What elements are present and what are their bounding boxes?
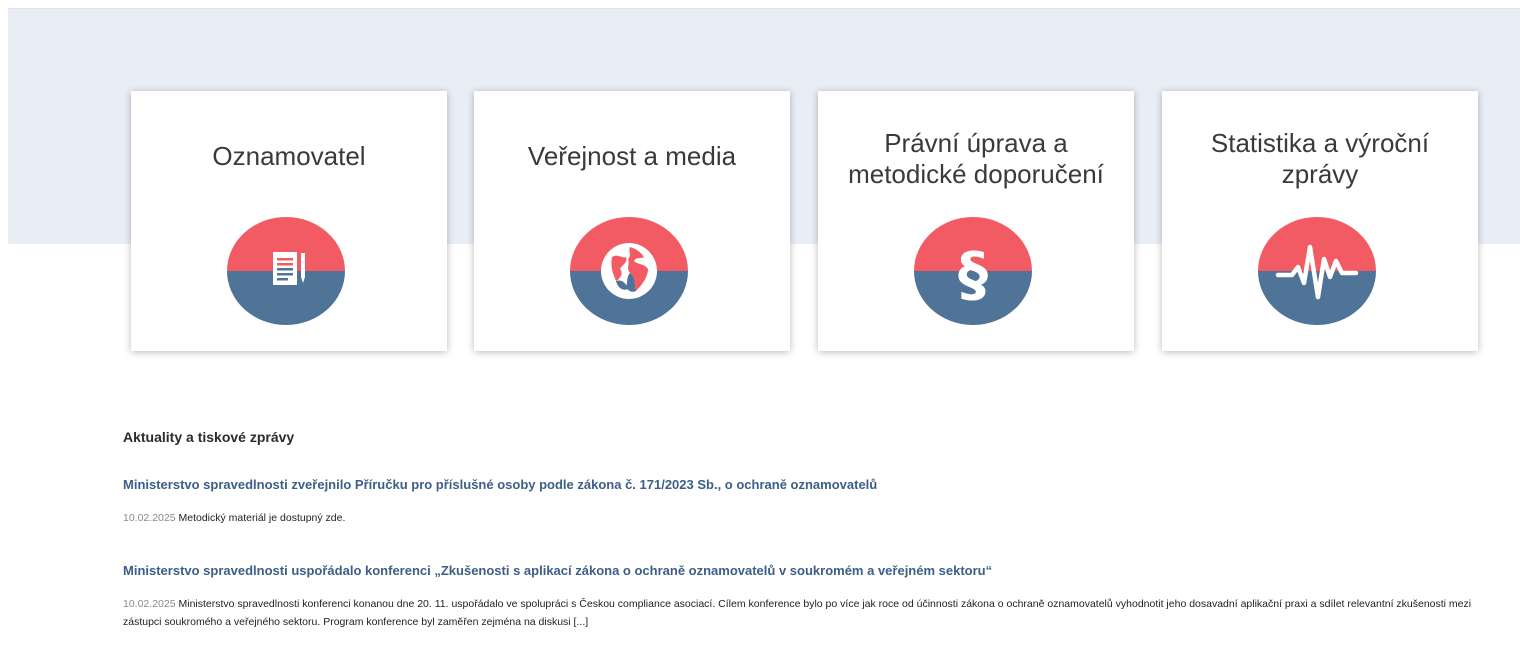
pulse-icon — [1258, 217, 1376, 325]
news-item-text: Metodický materiál je dostupný zde. — [178, 512, 346, 524]
news-item-date: 10.02.2025 — [123, 598, 176, 610]
news-section: Aktuality a tiskové zprávy Ministerstvo … — [123, 427, 1503, 628]
category-cards: Oznamovatel Veřejnost a media Právní úpr… — [0, 0, 1520, 360]
news-heading: Aktuality a tiskové zprávy — [123, 429, 295, 445]
card-statistika[interactable]: Statistika a výroční zprávy — [1162, 91, 1478, 351]
card-title: Právní úprava a metodické doporučení — [848, 128, 1104, 189]
page: Oznamovatel Veřejnost a media Právní úpr… — [0, 0, 1520, 661]
news-item-title-link[interactable]: Ministerstvo spravedlnosti uspořádalo ko… — [123, 562, 1503, 580]
document-pen-icon — [227, 217, 345, 325]
card-title: Statistika a výroční zprávy — [1210, 128, 1430, 189]
news-item-title-link[interactable]: Ministerstvo spravedlnosti zveřejnilo Př… — [123, 476, 1503, 494]
news-item-body: 10.02.2025 Ministerstvo spravedlnosti ko… — [123, 595, 1503, 631]
globe-icon — [570, 217, 688, 325]
news-item-date: 10.02.2025 — [123, 512, 176, 524]
news-item: Ministerstvo spravedlnosti uspořádalo ko… — [123, 562, 1503, 631]
card-pravni-uprava[interactable]: Právní úprava a metodické doporučení § — [818, 91, 1134, 351]
news-item-text: Ministerstvo spravedlnosti konferenci ko… — [123, 598, 1472, 628]
news-item: Ministerstvo spravedlnosti zveřejnilo Př… — [123, 476, 1503, 527]
card-oznamovatel[interactable]: Oznamovatel — [131, 91, 447, 351]
paragraph-icon: § — [914, 217, 1032, 325]
news-item-body: 10.02.2025 Metodický materiál je dostupn… — [123, 509, 1503, 527]
svg-text:§: § — [958, 240, 988, 310]
card-verejnost-a-media[interactable]: Veřejnost a media — [474, 91, 790, 351]
